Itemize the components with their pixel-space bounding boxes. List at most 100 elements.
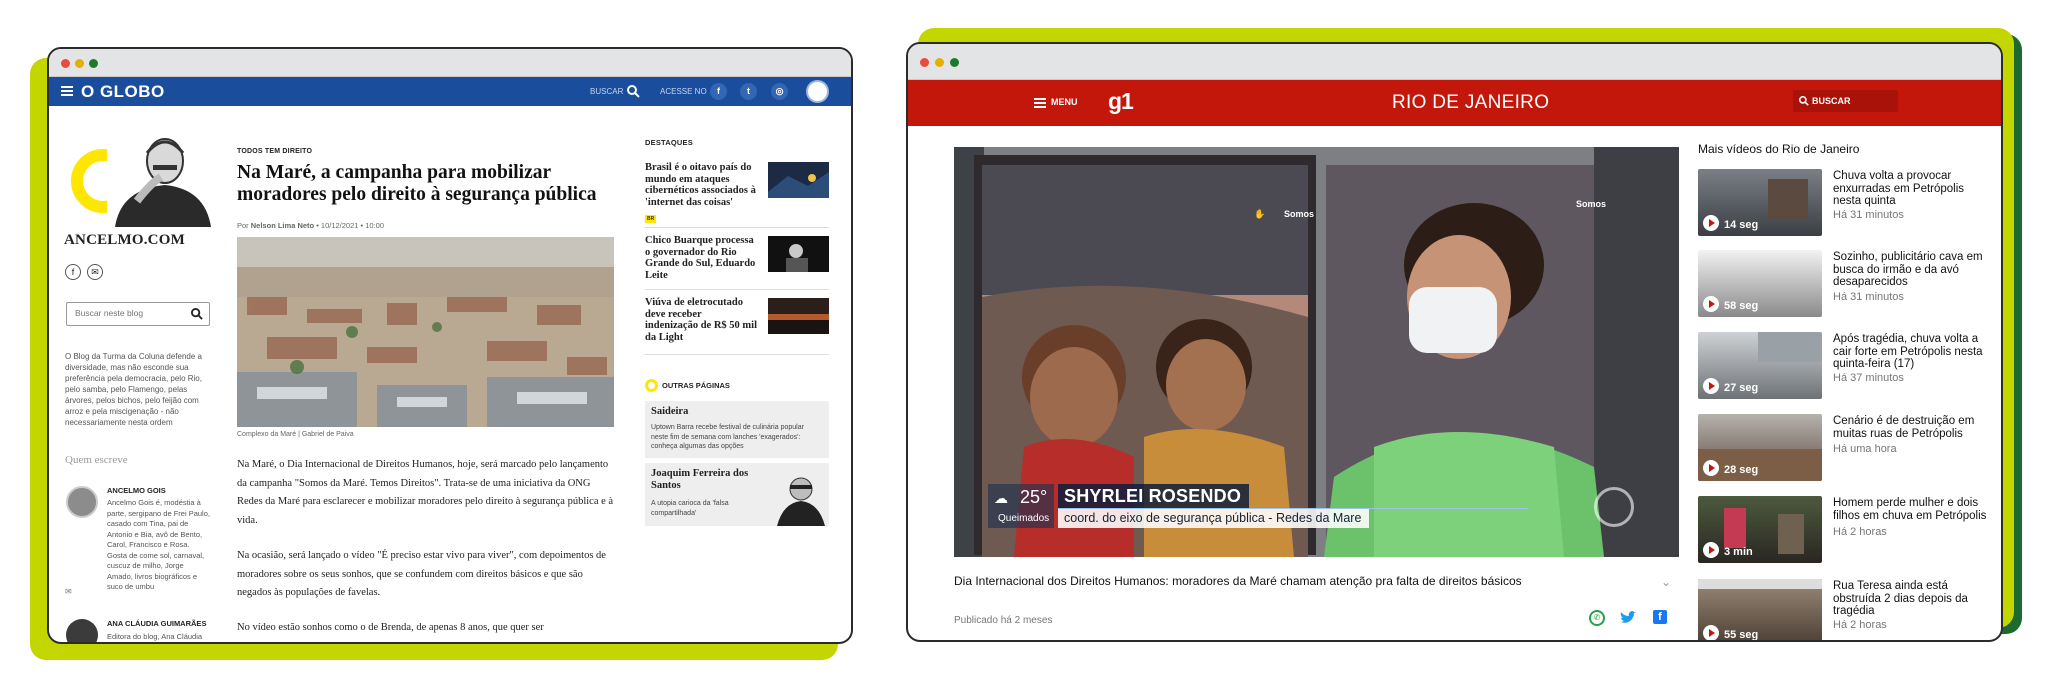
close-dot[interactable] xyxy=(61,59,70,68)
author-bio: Ancelmo Gois é, modéstia à parte, sergip… xyxy=(107,498,210,591)
blog-search-box[interactable] xyxy=(66,302,210,326)
outras-card-title: Saideira xyxy=(651,406,689,417)
access-label: ACESSE NO xyxy=(660,87,707,96)
browser-window-g1: MENU g1 RIO DE JANEIRO BUSCAR Somos ✋ So… xyxy=(906,42,2003,642)
video-age: Há 2 horas xyxy=(1833,526,1887,538)
g1-logo[interactable]: g1 xyxy=(1108,88,1134,115)
blog-search-input[interactable] xyxy=(75,308,185,318)
blog-search-icon[interactable] xyxy=(191,308,203,320)
region-title: RIO DE JANEIRO xyxy=(1392,92,1550,113)
author-email-icon[interactable]: ✉ xyxy=(65,587,72,596)
video-thumb-4[interactable]: 28 seg xyxy=(1698,414,1822,481)
destaque-item-2[interactable]: Chico Buarque processa o governador do R… xyxy=(645,235,761,281)
g1-search-box[interactable]: BUSCAR xyxy=(1793,90,1898,112)
blog-logo[interactable] xyxy=(59,129,211,229)
search-label[interactable]: BUSCAR xyxy=(590,87,623,96)
video-title[interactable]: Sozinho, publicitário cava em busca do i… xyxy=(1833,251,1993,289)
thumb-scene xyxy=(1778,514,1804,554)
outras-card-title: Joaquim Ferreira dos Santos xyxy=(651,468,749,491)
article-paragraph-1: Na Maré, o Dia Internacional de Direitos… xyxy=(237,459,614,526)
weather-box: ☁ 25° Queimados xyxy=(988,484,1054,528)
expand-chevron-icon[interactable]: ⌄ xyxy=(1661,575,1671,589)
hamburger-menu-icon[interactable] xyxy=(61,86,73,96)
destaque-item-1[interactable]: Brasil é o oitavo país do mundo em ataqu… xyxy=(645,162,757,208)
svg-text:Somos: Somos xyxy=(1284,209,1314,219)
user-avatar-icon[interactable] xyxy=(806,80,829,103)
minimize-dot[interactable] xyxy=(935,58,944,67)
outras-card-desc: Uptown Barra recebe festival de culinári… xyxy=(651,424,804,450)
blog-facebook-icon[interactable]: f xyxy=(65,264,81,280)
columnist-portrait xyxy=(777,477,825,526)
thumb-scene xyxy=(1768,179,1808,219)
article-paragraph-3: No vídeo estão sonhos como o de Brenda, … xyxy=(237,622,544,633)
oglobo-logo[interactable]: O GLOBO xyxy=(81,82,165,102)
hamburger-menu-icon[interactable] xyxy=(1034,98,1046,108)
video-thumb-6[interactable]: 55 seg xyxy=(1698,579,1822,640)
author-name-2[interactable]: ANA CLÁUDIA GUIMARÃES xyxy=(107,619,206,628)
play-icon xyxy=(1703,215,1719,231)
article-byline: Por Nelson Lima Neto • 10/12/2021 • 10:0… xyxy=(237,221,384,230)
byline-prefix: Por xyxy=(237,221,249,230)
author-avatar-ana xyxy=(66,619,98,642)
video-age: Há 37 minutos xyxy=(1833,372,1904,384)
outras-paginas-heading: OUTRAS PÁGINAS xyxy=(662,381,730,390)
outras-card-2[interactable]: Joaquim Ferreira dos Santos A utopia car… xyxy=(645,463,829,526)
twitter-icon[interactable] xyxy=(1620,611,1636,625)
video-title[interactable]: Chuva volta a provocar enxurradas em Pet… xyxy=(1833,170,1993,208)
author-name[interactable]: ANCELMO GOIS xyxy=(107,486,166,495)
weather-icon: ☁ xyxy=(994,490,1008,506)
play-icon xyxy=(1703,542,1719,558)
lower-third-role: coord. do eixo de segurança pública - Re… xyxy=(1058,509,1370,528)
video-age: Há 2 horas xyxy=(1833,619,1887,631)
facebook-icon[interactable]: f xyxy=(710,83,727,100)
maximize-dot[interactable] xyxy=(950,58,959,67)
video-player[interactable]: Somos ✋ Somos ☁ 25° Queimados SHYRLEI RO… xyxy=(954,147,1679,557)
lower-third-line xyxy=(1058,508,1528,509)
g1-navbar: MENU g1 RIO DE JANEIRO BUSCAR xyxy=(908,80,2001,126)
destaque-thumb-2[interactable] xyxy=(768,236,829,272)
video-duration: 27 seg xyxy=(1724,382,1759,394)
destaque-thumb-1[interactable] xyxy=(768,162,829,198)
oglobo-navbar: O GLOBO BUSCAR ACESSE NO f t ◎ xyxy=(49,77,851,106)
outras-card-1[interactable]: Saideira Uptown Barra recebe festival de… xyxy=(645,401,829,458)
destaque-thumb-3[interactable] xyxy=(768,298,829,334)
video-duration: 58 seg xyxy=(1724,300,1759,312)
video-title[interactable]: Homem perde mulher e dois filhos em chuv… xyxy=(1833,497,1993,522)
search-label: BUSCAR xyxy=(1812,96,1851,106)
blog-name[interactable]: ANCELMO.COM xyxy=(64,232,185,249)
sidebar-title: Mais vídeos do Rio de Janeiro xyxy=(1698,142,1860,156)
byline-author[interactable]: Nelson Lima Neto xyxy=(251,221,314,230)
article-paragraph-2: Na ocasião, será lançado o vídeo "É prec… xyxy=(237,550,606,598)
divider xyxy=(645,289,829,290)
video-title[interactable]: Cenário é de destruição em muitas ruas d… xyxy=(1833,415,1993,440)
search-icon[interactable] xyxy=(627,85,640,98)
video-title[interactable]: Após tragédia, chuva volta a cair forte … xyxy=(1833,333,1993,371)
maximize-dot[interactable] xyxy=(89,59,98,68)
play-icon xyxy=(1703,296,1719,312)
window-titlebar xyxy=(49,49,851,77)
thumb-scene xyxy=(1698,579,1822,589)
menu-label[interactable]: MENU xyxy=(1051,97,1078,107)
play-icon xyxy=(1703,625,1719,640)
video-age: Há 31 minutos xyxy=(1833,209,1904,221)
blog-email-icon[interactable]: ✉ xyxy=(87,264,103,280)
video-thumb-3[interactable]: 27 seg xyxy=(1698,332,1822,399)
video-thumb-1[interactable]: 14 seg xyxy=(1698,169,1822,236)
whatsapp-icon[interactable]: ✆ xyxy=(1589,610,1605,626)
minimize-dot[interactable] xyxy=(75,59,84,68)
instagram-icon[interactable]: ◎ xyxy=(771,83,788,100)
video-thumb-2[interactable]: 58 seg xyxy=(1698,250,1822,317)
video-thumb-5[interactable]: 3 min xyxy=(1698,496,1822,563)
destaque-item-3[interactable]: Viúva de eletrocutado deve receber inden… xyxy=(645,297,757,343)
browser-window-oglobo: O GLOBO BUSCAR ACESSE NO f t ◎ ANCELMO.C… xyxy=(47,47,853,644)
outras-card-desc: A utopia carioca da 'falsa compartilhada… xyxy=(651,500,729,517)
lower-third-name: SHYRLEI ROSENDO xyxy=(1058,484,1250,508)
divider xyxy=(645,227,829,228)
close-dot[interactable] xyxy=(920,58,929,67)
video-age: Há uma hora xyxy=(1833,443,1897,455)
video-title[interactable]: Rua Teresa ainda está obstruída 2 dias d… xyxy=(1833,580,1993,618)
facebook-icon[interactable]: f xyxy=(1653,610,1667,624)
thumb-scene xyxy=(1724,508,1746,548)
video-title: Dia Internacional dos Direitos Humanos: … xyxy=(954,574,1522,588)
twitter-icon[interactable]: t xyxy=(740,83,757,100)
